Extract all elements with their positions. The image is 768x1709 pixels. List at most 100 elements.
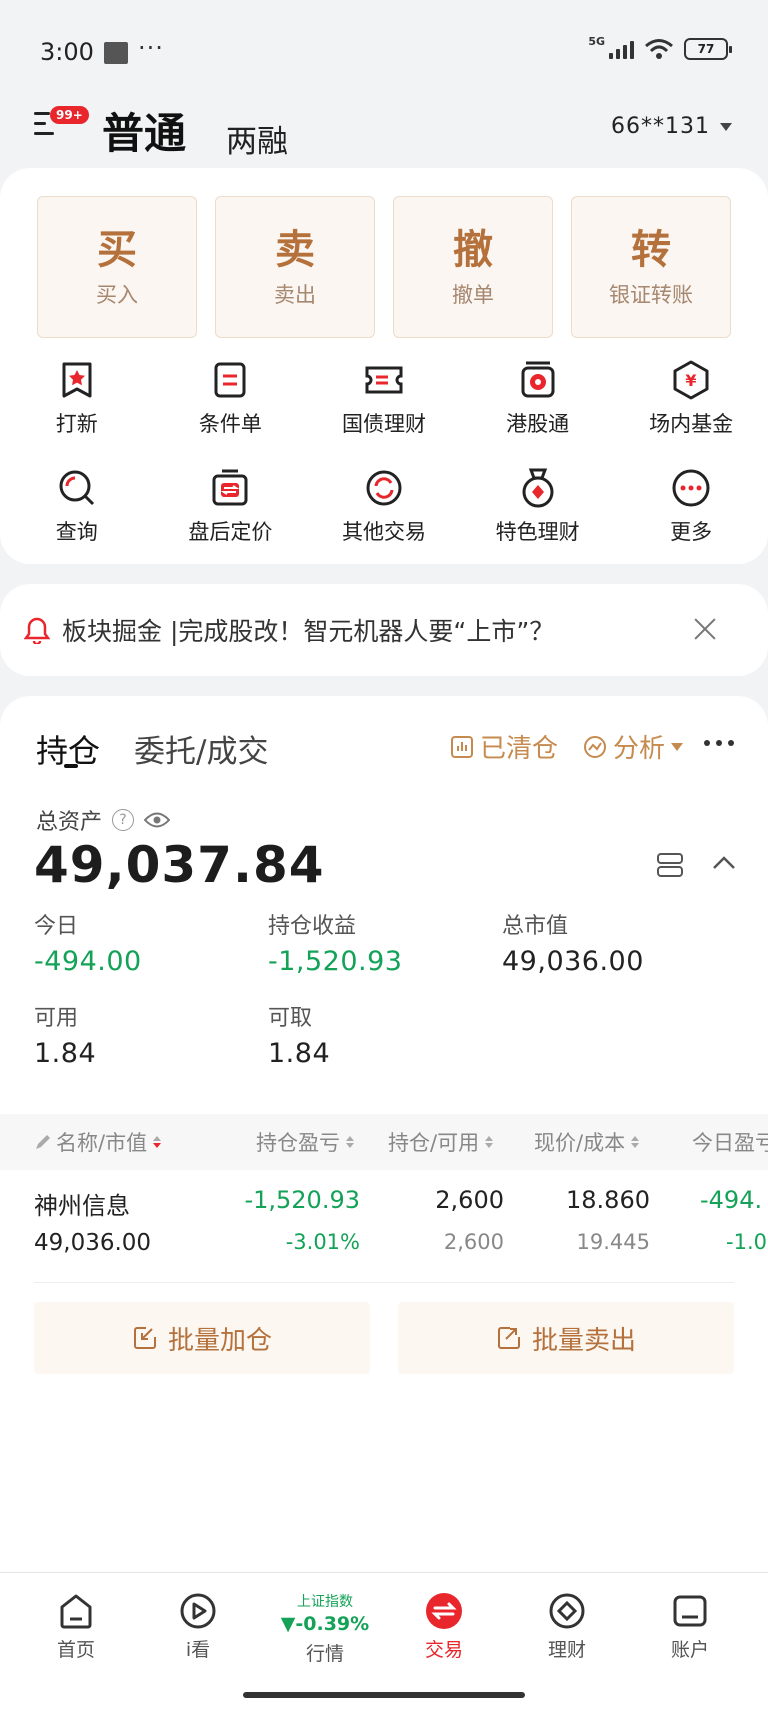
- battery-icon: 77: [684, 38, 732, 60]
- tab-margin[interactable]: 两融: [226, 116, 288, 161]
- grid-label-fund: 场内基金: [649, 412, 734, 436]
- sell-button[interactable]: 卖 卖出: [215, 196, 375, 338]
- grid-label-hk-connect: 港股通: [506, 412, 570, 436]
- grid-item-more[interactable]: 更多: [614, 466, 768, 546]
- stock-cost: 19.445: [576, 1230, 650, 1254]
- col-position[interactable]: 持仓/可用: [388, 1127, 494, 1157]
- bar-chart-icon: [451, 735, 473, 758]
- eye-icon[interactable]: [144, 811, 171, 829]
- add-position-icon: [133, 1327, 156, 1349]
- notice-banner[interactable]: 板块掘金 |完成股改！智元机器人要“上市”？: [0, 584, 768, 676]
- col-position-label: 持仓/可用: [388, 1131, 480, 1155]
- analysis-icon: [584, 735, 606, 758]
- fund-icon: ¥: [673, 360, 709, 400]
- total-assets-value: 49,037.84: [34, 836, 325, 894]
- buy-label: 买入: [96, 283, 138, 307]
- market-index-name: 上证指数: [297, 1594, 353, 1610]
- tab-orders[interactable]: 委托/成交: [134, 726, 268, 771]
- status-time: 3:00: [40, 38, 94, 66]
- status-more-indicator: ···: [138, 34, 164, 62]
- analysis-button[interactable]: 分析: [583, 728, 684, 765]
- account-selector[interactable]: 66**131: [611, 114, 732, 139]
- nav-market[interactable]: 上证指数 ▼-0.39% 行情: [270, 1591, 380, 1666]
- chevron-down-icon: [671, 742, 684, 751]
- sell-label: 卖出: [274, 283, 316, 307]
- featured-finance-icon: [522, 468, 554, 508]
- col-price-label: 现价/成本: [534, 1131, 626, 1155]
- stock-market-value: 49,036.00: [34, 1230, 152, 1256]
- col-name-mv[interactable]: 名称/市值: [34, 1127, 162, 1157]
- hk-connect-icon: [521, 361, 555, 398]
- col-price-cost[interactable]: 现价/成本: [534, 1127, 640, 1157]
- stat-today-label: 今日: [34, 914, 79, 939]
- grid-item-after-hours[interactable]: 盘后定价: [154, 466, 308, 546]
- notice-text[interactable]: 板块掘金 |完成股改！智元机器人要“上市”？: [62, 612, 554, 648]
- stat-mv-label: 总市值: [502, 914, 569, 939]
- cleared-label: 已清仓: [480, 734, 559, 764]
- nav-home-label: 首页: [56, 1639, 95, 1661]
- batch-add-button[interactable]: 批量加仓: [34, 1302, 370, 1374]
- chevron-up-icon[interactable]: [712, 854, 736, 870]
- grid-label-treasury: 国债理财: [341, 412, 426, 436]
- close-icon[interactable]: [694, 618, 716, 640]
- help-icon[interactable]: ?: [112, 809, 135, 831]
- grid-label-more: 更多: [670, 520, 713, 544]
- cleared-positions-button[interactable]: 已清仓: [450, 728, 558, 765]
- transfer-label: 银证转账: [609, 283, 693, 307]
- svg-text:¥: ¥: [686, 371, 697, 390]
- trade-icon: [426, 1593, 462, 1629]
- nav-market-label: 行情: [305, 1643, 344, 1665]
- col-today-label: 今日盈亏: [692, 1131, 768, 1155]
- stat-withdraw-value: 1.84: [268, 1038, 331, 1069]
- nav-finance[interactable]: 理财: [522, 1591, 612, 1662]
- home-icon: [60, 1594, 92, 1629]
- bank-transfer-button[interactable]: 转 银证转账: [571, 196, 731, 338]
- cancel-label: 撤单: [452, 283, 494, 307]
- total-assets-label-row: 总资产 ?: [36, 804, 171, 836]
- nav-trade[interactable]: 交易: [399, 1591, 489, 1662]
- stat-today: 今日 -494.00: [34, 908, 142, 977]
- grid-item-query[interactable]: 查询: [0, 466, 154, 546]
- stat-market-value: 总市值 49,036.00: [502, 908, 644, 977]
- grid-item-other-trade[interactable]: 其他交易: [307, 466, 461, 546]
- total-assets-label: 总资产: [36, 810, 103, 835]
- grid-label-query: 查询: [55, 520, 98, 544]
- network-type: 5G: [588, 34, 605, 48]
- tab-normal[interactable]: 普通: [102, 100, 186, 161]
- stat-avail-value: 1.84: [34, 1038, 97, 1069]
- tab-active-indicator: [64, 764, 78, 768]
- video-play-icon: [180, 1593, 216, 1629]
- stock-pnl-pct: -3.01%: [285, 1230, 360, 1254]
- col-pnl[interactable]: 持仓盈亏: [256, 1127, 354, 1157]
- nav-finance-label: 理财: [547, 1639, 586, 1661]
- table-row[interactable]: 神州信息 49,036.00 -1,520.93 -3.01% 2,600 2,…: [0, 1176, 768, 1276]
- grid-label-ipo: 打新: [55, 412, 98, 436]
- list-view-icon[interactable]: [656, 852, 684, 878]
- grid-item-ipo[interactable]: 打新: [0, 358, 154, 438]
- transfer-char: 转: [631, 227, 671, 273]
- grid-item-fund[interactable]: ¥ 场内基金: [614, 358, 768, 438]
- grid-item-hk-connect[interactable]: 港股通: [461, 358, 615, 438]
- buy-button[interactable]: 买 买入: [37, 196, 197, 338]
- sell-position-icon: [497, 1327, 520, 1349]
- grid-item-conditional[interactable]: 条件单: [154, 358, 308, 438]
- stock-today-pnl: -494.: [700, 1186, 763, 1214]
- nav-account[interactable]: 账户: [645, 1591, 735, 1662]
- stat-available: 可用 1.84: [34, 1000, 96, 1069]
- grid-item-featured-finance[interactable]: 特色理财: [461, 466, 615, 546]
- col-today-pnl[interactable]: 今日盈亏: [692, 1127, 768, 1157]
- function-grid: 打新 条件单 国债理财 港股通 ¥ 场内基金 查询 盘后定价 其他交易 特色理财…: [0, 358, 768, 546]
- stat-pnl-label: 持仓收益: [268, 914, 357, 939]
- more-options-icon[interactable]: [704, 740, 734, 746]
- nav-watch[interactable]: i看: [153, 1591, 243, 1662]
- grid-item-treasury[interactable]: 国债理财: [307, 358, 461, 438]
- chevron-down-icon: [720, 122, 732, 131]
- batch-sell-button[interactable]: 批量卖出: [398, 1302, 734, 1374]
- stock-pnl: -1,520.93: [244, 1186, 360, 1214]
- quick-action-row: 买 买入 卖 卖出 撤 撤单 转 银证转账: [37, 196, 731, 338]
- buy-char: 买: [97, 227, 137, 273]
- cancel-order-button[interactable]: 撤 撤单: [393, 196, 553, 338]
- message-badge: 99+: [50, 106, 89, 124]
- stat-pnl-value: -1,520.93: [268, 946, 403, 977]
- nav-home[interactable]: 首页: [31, 1591, 121, 1662]
